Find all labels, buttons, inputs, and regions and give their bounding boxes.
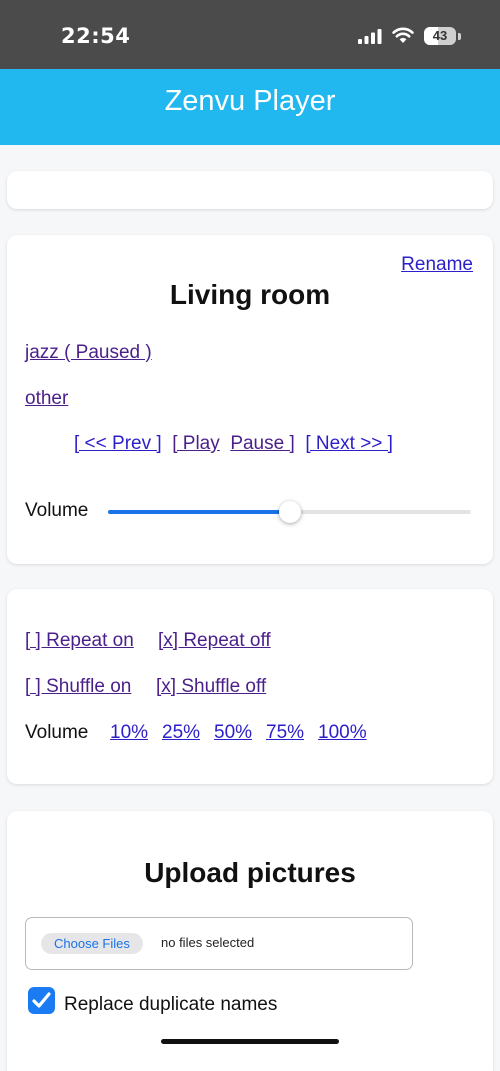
prev-button[interactable]: [ << Prev ] <box>74 433 162 454</box>
battery-nub <box>458 33 461 40</box>
battery-icon: 43 <box>424 27 456 45</box>
upload-card: Upload pictures Choose Files no files se… <box>7 811 493 1071</box>
playlist-link-jazz[interactable]: jazz ( Paused ) <box>25 342 152 364</box>
status-bar: 22:54 43 <box>0 0 500 69</box>
replace-duplicates-label: Replace duplicate names <box>64 994 278 1015</box>
volume-presets-label: Volume <box>25 722 89 743</box>
repeat-on-link[interactable]: [ ] Repeat on <box>25 630 134 652</box>
battery-level: 43 <box>432 28 448 43</box>
playlist-link-other[interactable]: other <box>25 388 68 410</box>
pause-button[interactable]: Pause ] <box>230 433 294 454</box>
replace-duplicates-checkbox[interactable] <box>28 987 55 1014</box>
play-button[interactable]: [ Play <box>172 433 220 454</box>
checkmark-icon <box>32 992 51 1008</box>
shuffle-off-link[interactable]: [x] Shuffle off <box>156 676 266 698</box>
volume-50-link[interactable]: 50% <box>214 722 252 744</box>
volume-slider-thumb[interactable] <box>278 501 301 523</box>
home-indicator <box>161 1039 339 1044</box>
repeat-off-link[interactable]: [x] Repeat off <box>158 630 271 652</box>
playback-controls: [ << Prev ] [ Play Pause ] [ Next >> ] <box>74 433 393 455</box>
rename-link[interactable]: Rename <box>401 254 473 276</box>
empty-card <box>7 171 493 209</box>
volume-10-link[interactable]: 10% <box>110 722 148 744</box>
shuffle-on-link[interactable]: [ ] Shuffle on <box>25 676 131 698</box>
file-status: no files selected <box>161 935 255 950</box>
app-header: Zenvu Player <box>0 69 500 145</box>
settings-card: [ ] Repeat on [x] Repeat off [ ] Shuffle… <box>7 589 493 784</box>
volume-100-link[interactable]: 100% <box>318 722 367 744</box>
room-card: Rename Living room jazz ( Paused ) other… <box>7 235 493 564</box>
choose-files-button[interactable]: Choose Files <box>41 933 143 954</box>
volume-75-link[interactable]: 75% <box>266 722 304 744</box>
status-time: 22:54 <box>61 24 131 48</box>
app-title: Zenvu Player <box>164 85 336 117</box>
volume-label: Volume <box>25 500 89 521</box>
room-title: Living room <box>169 279 331 310</box>
next-button[interactable]: [ Next >> ] <box>305 433 393 454</box>
file-input[interactable]: Choose Files no files selected <box>25 917 413 970</box>
cellular-signal-icon <box>358 29 382 44</box>
upload-title: Upload pictures <box>144 857 356 888</box>
wifi-icon <box>392 27 414 43</box>
volume-slider-fill <box>108 510 290 514</box>
volume-25-link[interactable]: 25% <box>162 722 200 744</box>
